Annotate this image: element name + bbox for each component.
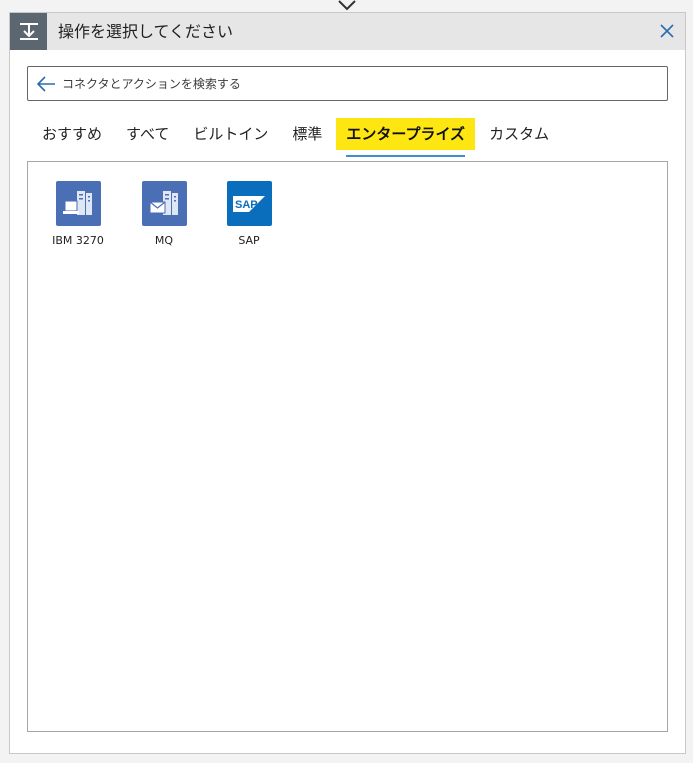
- dialog-title: 操作を選択してください: [58, 22, 234, 41]
- tab-all[interactable]: すべて: [116, 118, 179, 150]
- connector-mq[interactable]: MQ: [128, 181, 200, 247]
- close-icon: [660, 24, 674, 38]
- category-tabs: おすすめ すべて ビルトイン 標準 エンタープライズ カスタム: [32, 118, 563, 158]
- connector-results: IBM 3270 MQ SAP SAP: [27, 161, 668, 732]
- server-terminal-icon: [55, 181, 101, 226]
- choose-action-dialog: 操作を選択してください おすすめ すべて ビルトイン 標準 エンタープライズ カ…: [9, 12, 686, 754]
- tab-standard[interactable]: 標準: [282, 118, 332, 150]
- connector-label: MQ: [154, 234, 174, 247]
- connector-sap[interactable]: SAP SAP: [213, 181, 285, 247]
- connector-label: IBM 3270: [52, 234, 104, 247]
- sap-logo-icon: SAP: [226, 181, 272, 226]
- tab-enterprise[interactable]: エンタープライズ: [336, 118, 476, 157]
- tab-recommended[interactable]: おすすめ: [32, 118, 112, 150]
- close-button[interactable]: [657, 21, 677, 41]
- connector-ibm-3270[interactable]: IBM 3270: [42, 181, 114, 247]
- svg-text:SAP: SAP: [235, 199, 258, 211]
- dialog-header: 操作を選択してください: [10, 13, 685, 50]
- tab-builtin[interactable]: ビルトイン: [183, 118, 278, 150]
- search-box: [27, 66, 668, 101]
- connector-label: SAP: [238, 234, 260, 247]
- back-arrow-icon[interactable]: [36, 75, 56, 93]
- search-input[interactable]: [62, 67, 652, 100]
- flow-arrow-icon: [338, 0, 356, 11]
- trigger-icon: [10, 13, 47, 50]
- tab-custom[interactable]: カスタム: [479, 118, 559, 150]
- server-mail-icon: [141, 181, 187, 226]
